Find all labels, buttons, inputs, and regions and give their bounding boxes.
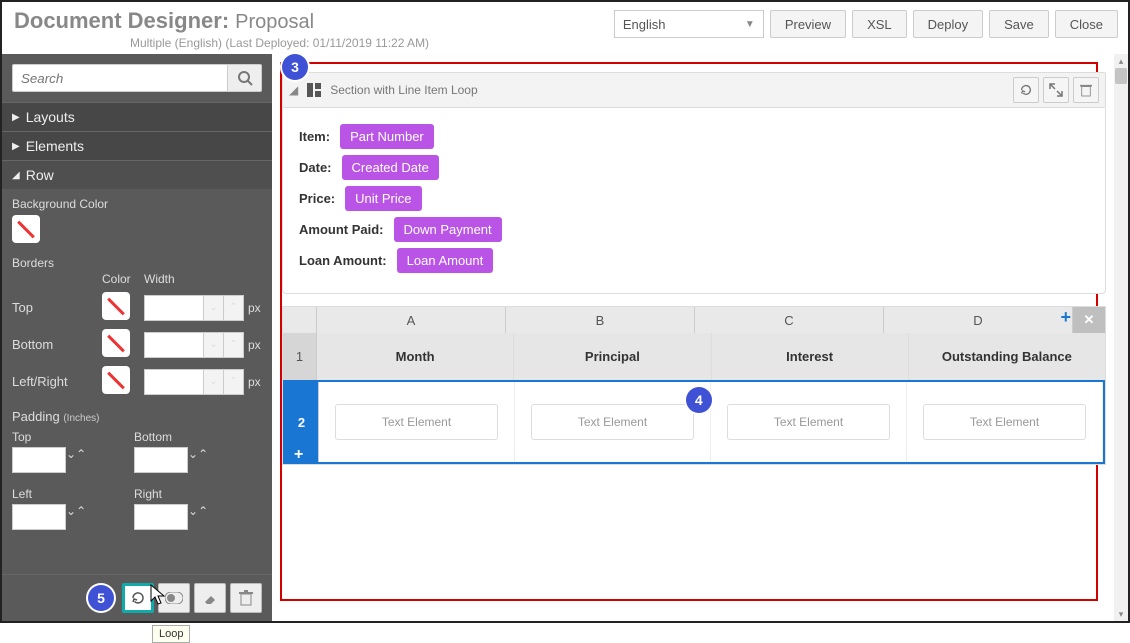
search-input[interactable]	[12, 64, 228, 92]
add-column-button[interactable]: +	[1060, 307, 1071, 328]
header-cell-principal[interactable]: Principal	[514, 333, 711, 380]
row-number-1[interactable]: 1	[283, 333, 317, 380]
section-title: Section with Line Item Loop	[330, 83, 477, 97]
chevron-right-icon: ▶	[12, 141, 20, 152]
padding-top-label: Top	[12, 430, 120, 444]
canvas: 3 ▴ ▾ ◢ Section with Line Item Loop	[272, 54, 1128, 621]
col-header-a[interactable]: A	[317, 307, 506, 333]
text-element-cell[interactable]: Text Element	[531, 404, 694, 440]
sidebar-section-row[interactable]: ◢Row	[2, 160, 272, 189]
language-value: English	[623, 17, 666, 32]
loop-icon	[130, 590, 146, 606]
loop-button[interactable]	[122, 583, 154, 613]
search-icon	[237, 70, 253, 86]
close-button[interactable]: Close	[1055, 10, 1118, 38]
chevron-right-icon: ▶	[12, 112, 20, 123]
col-header-d[interactable]: D	[884, 307, 1073, 333]
prop-loan-amount-label: Loan Amount:	[299, 253, 387, 268]
trash-icon	[239, 590, 253, 606]
section-body: Item: Part Number Date: Created Date Price…	[282, 108, 1106, 294]
chip-unit-price[interactable]: Unit Price	[345, 186, 421, 211]
sidebar: ▶Layouts ▶Elements ◢Row Background Color…	[2, 54, 272, 621]
save-button[interactable]: Save	[989, 10, 1049, 38]
chip-loan-amount[interactable]: Loan Amount	[397, 248, 494, 273]
border-bottom-label: Bottom	[12, 337, 102, 352]
bg-color-label: Background Color	[12, 197, 262, 211]
padding-left-label: Left	[12, 487, 120, 501]
chevron-down-icon: ▼	[745, 19, 755, 30]
padding-bottom-input[interactable]: ⌄⌃	[134, 447, 242, 473]
border-top-label: Top	[12, 300, 102, 315]
border-color-header: Color	[102, 272, 144, 286]
sidebar-section-elements[interactable]: ▶Elements	[2, 131, 272, 160]
deploy-info: Multiple (English) (Last Deployed: 01/11…	[14, 36, 429, 50]
loop-icon	[1019, 83, 1033, 97]
chip-created-date[interactable]: Created Date	[342, 155, 439, 180]
section-header[interactable]: ◢ Section with Line Item Loop	[282, 72, 1106, 108]
section-loop-button[interactable]	[1013, 77, 1039, 103]
text-element-cell[interactable]: Text Element	[727, 404, 890, 440]
chip-part-number[interactable]: Part Number	[340, 124, 434, 149]
border-top-width[interactable]: ⌄⌃	[144, 295, 244, 321]
chip-down-payment[interactable]: Down Payment	[394, 217, 502, 242]
padding-label: Padding	[12, 409, 60, 424]
callout-4: 4	[686, 387, 712, 413]
language-select[interactable]: English ▼	[614, 10, 764, 38]
page-subtitle: Proposal	[235, 11, 314, 34]
chevron-down-icon: ◢	[12, 170, 20, 181]
search-button[interactable]	[228, 64, 262, 92]
callout-3: 3	[282, 54, 308, 80]
preview-button[interactable]: Preview	[770, 10, 846, 38]
sidebar-section-layouts[interactable]: ▶Layouts	[2, 102, 272, 131]
section-icon	[306, 82, 322, 98]
callout-5: 5	[88, 585, 114, 611]
header-cell-balance[interactable]: Outstanding Balance	[909, 333, 1105, 380]
collapse-icon[interactable]: ◢	[289, 83, 298, 97]
padding-left-input[interactable]: ⌄⌃	[12, 504, 120, 530]
prop-amount-paid-label: Amount Paid:	[299, 222, 384, 237]
xsl-button[interactable]: XSL	[852, 10, 907, 38]
header-cell-month[interactable]: Month	[317, 333, 514, 380]
padding-right-input[interactable]: ⌄⌃	[134, 504, 242, 530]
borders-label: Borders	[12, 256, 102, 270]
eraser-icon	[202, 590, 218, 606]
deploy-button[interactable]: Deploy	[913, 10, 983, 38]
header-cell-interest[interactable]: Interest	[712, 333, 909, 380]
border-lr-label: Left/Right	[12, 374, 102, 389]
border-lr-width[interactable]: ⌄⌃	[144, 369, 244, 395]
add-row-button[interactable]: +	[294, 446, 303, 464]
delete-button[interactable]	[230, 583, 262, 613]
trash-icon	[1080, 83, 1092, 97]
loop-tooltip: Loop	[152, 625, 190, 643]
table-grid: A B C D + ✕ 1 Month Principal Interest O…	[282, 306, 1106, 465]
border-bottom-width[interactable]: ⌄⌃	[144, 332, 244, 358]
border-width-header: Width	[144, 272, 254, 286]
padding-bottom-label: Bottom	[134, 430, 242, 444]
border-lr-color[interactable]	[102, 366, 130, 394]
prop-date-label: Date:	[299, 160, 332, 175]
toggle-button[interactable]	[158, 583, 190, 613]
toggle-icon	[165, 592, 183, 604]
prop-price-label: Price:	[299, 191, 335, 206]
section-expand-button[interactable]	[1043, 77, 1069, 103]
bg-color-swatch[interactable]	[12, 215, 40, 243]
padding-top-input[interactable]: ⌄⌃	[12, 447, 120, 473]
close-table-button[interactable]: ✕	[1073, 307, 1105, 333]
text-element-cell[interactable]: Text Element	[335, 404, 498, 440]
expand-icon	[1049, 83, 1063, 97]
prop-item-label: Item:	[299, 129, 330, 144]
section-delete-button[interactable]	[1073, 77, 1099, 103]
border-bottom-color[interactable]	[102, 329, 130, 357]
padding-right-label: Right	[134, 487, 242, 501]
col-header-c[interactable]: C	[695, 307, 884, 333]
page-title: Document Designer:	[14, 8, 229, 34]
col-header-b[interactable]: B	[506, 307, 695, 333]
text-element-cell[interactable]: Text Element	[923, 404, 1086, 440]
eraser-button[interactable]	[194, 583, 226, 613]
row-properties-panel: Background Color Borders Color Width Top…	[2, 189, 272, 574]
border-top-color[interactable]	[102, 292, 130, 320]
header-bar: Document Designer: Proposal Multiple (En…	[2, 2, 1128, 54]
